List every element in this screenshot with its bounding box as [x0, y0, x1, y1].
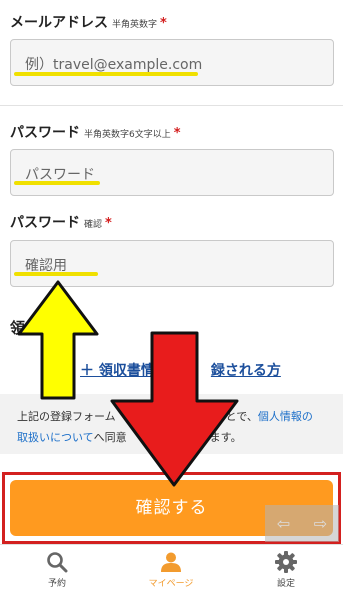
email-field[interactable]: 例）travel@example.com [10, 39, 334, 86]
required-mark: * [173, 126, 181, 141]
arrow-right-icon[interactable]: ⇨ [314, 514, 327, 533]
password-field[interactable]: パスワード [10, 149, 334, 196]
password-confirm-label: パスワード 確認 * [10, 212, 112, 232]
tab-label: 予約 [47, 579, 66, 589]
arrow-left-icon[interactable]: ⇦ [277, 514, 290, 533]
required-mark: * [105, 216, 112, 231]
email-label-sub: 半角英数字 [112, 20, 158, 30]
tab-settings[interactable]: 設定 [251, 551, 321, 589]
password-confirm-placeholder: 確認用 [25, 258, 67, 274]
receipt-link-start: ＋ 領収書情 [80, 363, 155, 379]
email-label-text: メールアドレス [10, 15, 108, 31]
password-confirm-label-text: パスワード [10, 215, 80, 231]
person-icon [161, 552, 181, 572]
receipt-link-end: 録される方 [210, 363, 281, 379]
password-label: パスワード 半角英数字6文字以上 * [10, 122, 181, 142]
gear-icon [275, 551, 297, 573]
privacy-policy-link[interactable]: 個人情報の [258, 410, 313, 423]
receipt-section-title: 領 [10, 319, 26, 337]
email-label: メールアドレス 半角英数字 * [10, 12, 167, 32]
notice-text-2: とで、 [225, 410, 258, 423]
search-icon [47, 552, 68, 573]
tab-mypage[interactable]: マイページ [136, 551, 206, 589]
notice-text-1: 上記の登録フォーム [17, 410, 116, 423]
up-arrow-icon [17, 280, 99, 400]
notice-text-3: へ同意 [93, 431, 127, 444]
password-label-sub: 半角英数字6文字以上 [84, 130, 171, 140]
tab-label: マイページ [148, 579, 194, 589]
receipt-info-link[interactable]: ＋ 領収書情 録される方 [80, 360, 281, 380]
tab-reservation[interactable]: 予約 [22, 551, 92, 589]
privacy-notice: 上記の登録フォーム とで、個人情報の 取扱いについてへ同意 ります。 [0, 394, 343, 454]
password-confirm-field[interactable]: 確認用 [10, 240, 334, 287]
email-placeholder: 例）travel@example.com [25, 57, 203, 73]
password-label-text: パスワード [10, 125, 80, 141]
notice-text-4: ります。 [198, 431, 242, 444]
tab-label: 設定 [276, 579, 295, 589]
password-placeholder: パスワード [25, 167, 95, 183]
privacy-policy-link-2[interactable]: 取扱いについて [17, 431, 94, 444]
required-mark: * [160, 16, 167, 31]
password-confirm-label-sub: 確認 [84, 220, 103, 230]
bottom-tab-bar: 予約 マイページ 設定 [0, 544, 343, 600]
page-nav-arrows[interactable]: ⇦ ⇨ [265, 505, 339, 542]
divider [0, 105, 343, 106]
